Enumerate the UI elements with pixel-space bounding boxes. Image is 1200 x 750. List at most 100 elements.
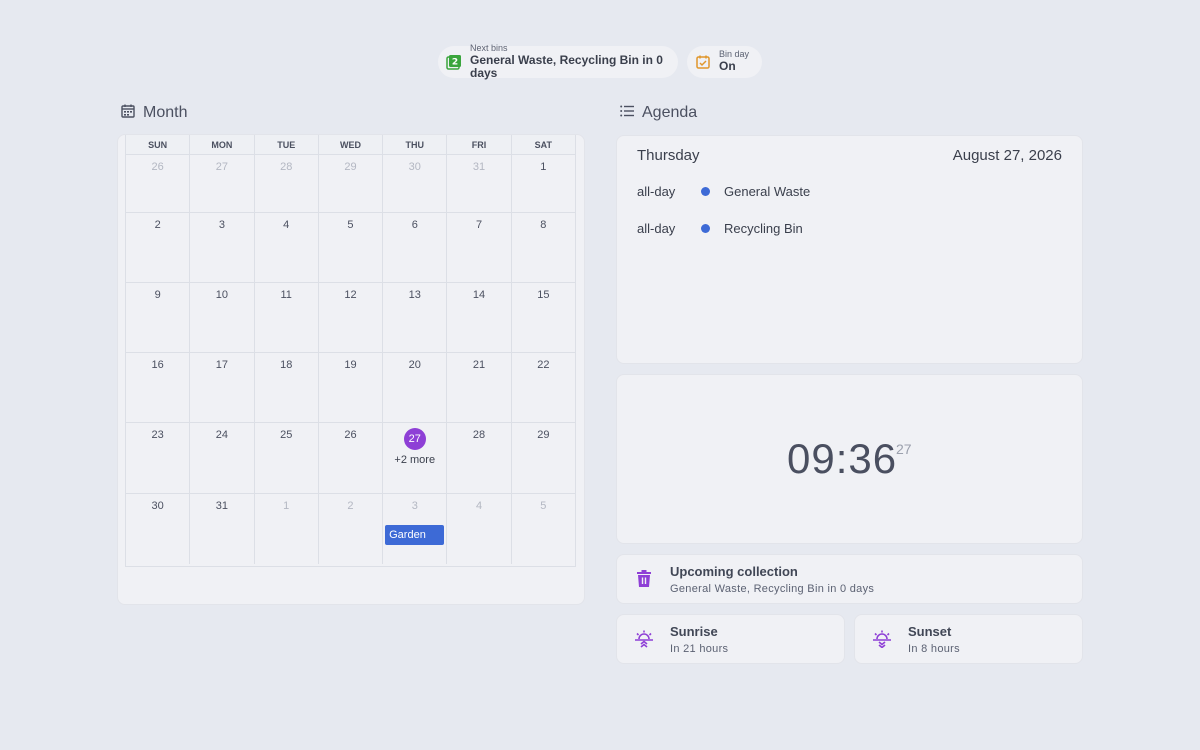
today-day-number[interactable]: 27 xyxy=(403,428,426,450)
calendar-day-cell[interactable]: 5 xyxy=(512,494,575,564)
calendar-day-cell[interactable]: 7 xyxy=(447,213,512,282)
calendar-day-cell[interactable]: 6 xyxy=(383,213,448,282)
day-number[interactable]: 12 xyxy=(344,289,356,301)
calendar-day-cell[interactable]: 17 xyxy=(190,353,255,422)
day-number[interactable]: 4 xyxy=(283,219,289,231)
day-number[interactable]: 22 xyxy=(537,359,549,371)
calendar-day-cell[interactable]: 28 xyxy=(255,155,319,212)
calendar-day-cell[interactable]: 31 xyxy=(190,494,255,564)
day-number[interactable]: 17 xyxy=(216,359,228,371)
calendar-day-cell[interactable]: 2 xyxy=(126,213,191,282)
calendar-day-cell[interactable]: 8 xyxy=(512,213,575,282)
calendar-day-cell[interactable]: 29 xyxy=(512,423,575,493)
agenda-item[interactable]: all-day Recycling Bin xyxy=(617,218,1082,238)
sunrise-card[interactable]: Sunrise In 21 hours xyxy=(616,614,845,664)
calendar-day-cell[interactable]: 16 xyxy=(126,353,191,422)
sunset-card[interactable]: Sunset In 8 hours xyxy=(854,614,1083,664)
calendar-week-row: 2 3 4 5 6 7 8 xyxy=(126,213,575,283)
calendar-day-cell[interactable]: 26 xyxy=(126,155,191,212)
calendar-day-cell[interactable]: 13 xyxy=(383,283,448,352)
calendar-day-cell[interactable]: 24 xyxy=(190,423,255,493)
calendar-day-cell[interactable]: 4 xyxy=(447,494,512,564)
day-number[interactable]: 20 xyxy=(409,359,421,371)
calendar-day-cell[interactable]: 12 xyxy=(319,283,384,352)
day-number[interactable]: 5 xyxy=(540,500,546,512)
day-number[interactable]: 3 xyxy=(412,500,418,512)
day-number[interactable]: 1 xyxy=(540,161,546,173)
calendar-day-cell[interactable]: 27 xyxy=(190,155,255,212)
day-number[interactable]: 5 xyxy=(347,219,353,231)
day-number[interactable]: 31 xyxy=(473,161,485,173)
day-number[interactable]: 19 xyxy=(344,359,356,371)
day-number[interactable]: 25 xyxy=(280,429,292,441)
next-bins-chip[interactable]: 2 Next bins General Waste, Recycling Bin… xyxy=(438,43,678,80)
calendar-day-cell[interactable]: 21 xyxy=(447,353,512,422)
day-number[interactable]: 31 xyxy=(216,500,228,512)
calendar-day-cell[interactable]: 4 xyxy=(255,213,319,282)
day-number[interactable]: 14 xyxy=(473,289,485,301)
calendar-day-cell[interactable]: 29 xyxy=(319,155,384,212)
upcoming-collection-card[interactable]: Upcoming collection General Waste, Recyc… xyxy=(616,554,1083,604)
day-number[interactable]: 30 xyxy=(152,500,164,512)
day-number[interactable]: 9 xyxy=(155,289,161,301)
calendar-day-cell[interactable]: 1 xyxy=(512,155,575,212)
day-number[interactable]: 23 xyxy=(152,429,164,441)
day-number[interactable]: 15 xyxy=(537,289,549,301)
day-number[interactable]: 26 xyxy=(344,429,356,441)
day-number[interactable]: 27 xyxy=(216,161,228,173)
calendar-day-cell[interactable]: 30 xyxy=(126,494,191,564)
calendar-day-cell[interactable]: 26 xyxy=(319,423,384,493)
agenda-heading: Agenda xyxy=(620,103,697,123)
day-number[interactable]: 1 xyxy=(283,500,289,512)
calendar-day-cell[interactable]: 31 xyxy=(447,155,512,212)
calendar-day-cell[interactable]: 18 xyxy=(255,353,319,422)
calendar-day-cell[interactable]: 23 xyxy=(126,423,191,493)
calendar-day-cell[interactable]: 28 xyxy=(447,423,512,493)
day-number[interactable]: 2 xyxy=(347,500,353,512)
day-number[interactable]: 24 xyxy=(216,429,228,441)
day-number[interactable]: 26 xyxy=(152,161,164,173)
day-number[interactable]: 2 xyxy=(155,219,161,231)
month-heading: Month xyxy=(121,103,187,123)
day-number[interactable]: 6 xyxy=(412,219,418,231)
calendar-day-cell[interactable]: 5 xyxy=(319,213,384,282)
calendar-day-cell[interactable]: 11 xyxy=(255,283,319,352)
day-number[interactable]: 16 xyxy=(152,359,164,371)
day-number[interactable]: 18 xyxy=(280,359,292,371)
calendar-day-cell[interactable]: 15 xyxy=(512,283,575,352)
calendar-day-cell[interactable]: 2 xyxy=(319,494,384,564)
month-calendar-grid: SUN MON TUE WED THU FRI SAT 26 27 28 29 30 31 1 2 3 4 5 6… xyxy=(125,135,576,567)
day-number[interactable]: 3 xyxy=(219,219,225,231)
day-number[interactable]: 8 xyxy=(540,219,546,231)
day-number[interactable]: 29 xyxy=(537,429,549,441)
list-icon xyxy=(620,104,634,122)
day-number[interactable]: 28 xyxy=(473,429,485,441)
day-number[interactable]: 28 xyxy=(280,161,292,173)
more-events-link[interactable]: +2 more xyxy=(383,454,446,466)
day-number[interactable]: 29 xyxy=(344,161,356,173)
day-number[interactable]: 10 xyxy=(216,289,228,301)
calendar-day-cell[interactable]: 20 xyxy=(383,353,448,422)
calendar-day-cell[interactable]: 27 +2 more xyxy=(383,423,448,493)
calendar-day-cell[interactable]: 9 xyxy=(126,283,191,352)
agenda-item-dot xyxy=(701,223,710,233)
calendar-day-cell[interactable]: 30 xyxy=(383,155,448,212)
day-number[interactable]: 4 xyxy=(476,500,482,512)
day-number[interactable]: 21 xyxy=(473,359,485,371)
day-number[interactable]: 30 xyxy=(409,161,421,173)
calendar-event[interactable]: Garden xyxy=(385,525,445,545)
calendar-day-cell[interactable]: 3 xyxy=(190,213,255,282)
day-number[interactable]: 7 xyxy=(476,219,482,231)
calendar-day-cell[interactable]: 1 xyxy=(255,494,319,564)
calendar-day-cell[interactable]: 19 xyxy=(319,353,384,422)
day-number[interactable]: 11 xyxy=(280,289,291,301)
day-number[interactable]: 13 xyxy=(409,289,421,301)
bin-day-chip[interactable]: Bin day On xyxy=(687,46,762,78)
calendar-day-cell[interactable]: 14 xyxy=(447,283,512,352)
calendar-day-cell[interactable]: 3 Garden xyxy=(383,494,448,564)
sunrise-icon xyxy=(633,628,655,650)
calendar-day-cell[interactable]: 22 xyxy=(512,353,575,422)
calendar-day-cell[interactable]: 25 xyxy=(255,423,319,493)
agenda-item[interactable]: all-day General Waste xyxy=(617,181,1082,201)
calendar-day-cell[interactable]: 10 xyxy=(190,283,255,352)
